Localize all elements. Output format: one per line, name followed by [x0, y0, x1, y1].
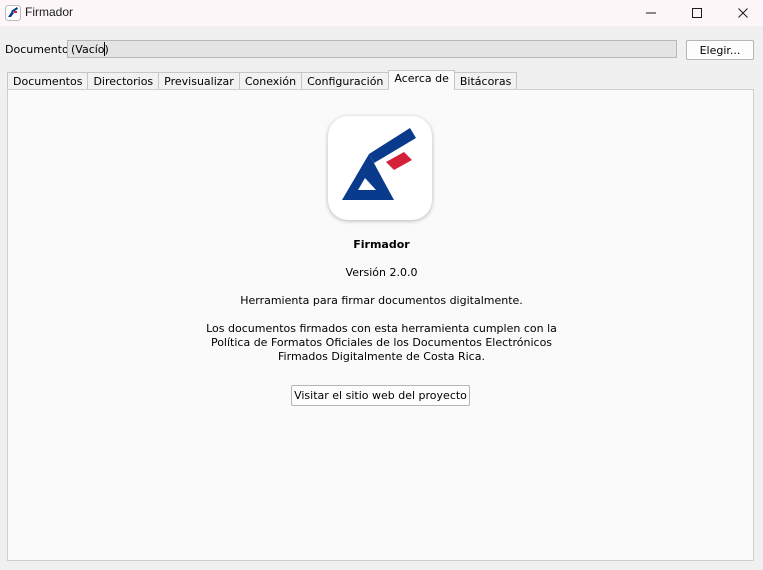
close-icon: [738, 8, 748, 18]
visit-website-button[interactable]: Visitar el sitio web del proyecto: [291, 385, 470, 406]
title-bar: Firmador: [0, 0, 763, 26]
about-description: Herramienta para firmar documentos digit…: [240, 294, 523, 307]
firmador-logo: [328, 116, 432, 220]
policy-line: Política de Formatos Oficiales de los Do…: [210, 336, 553, 349]
minimize-icon: [646, 12, 656, 14]
choose-button[interactable]: Elegir...: [686, 40, 754, 60]
document-field[interactable]: [67, 40, 677, 58]
policy-line: Firmados Digitalmente de Costa Rica.: [278, 350, 485, 363]
tab-bar: Documentos Directorios Previsualizar Con…: [7, 70, 518, 91]
maximize-icon: [692, 8, 702, 18]
tab-acerca-de[interactable]: Acerca de: [388, 70, 455, 90]
about-policy-text: Los documentos firmados con esta herrami…: [0, 322, 763, 364]
close-button[interactable]: [720, 0, 763, 26]
text-caret: [104, 42, 105, 56]
document-label: Documento:: [5, 43, 73, 56]
firmador-app-icon: [5, 5, 21, 21]
maximize-button[interactable]: [674, 0, 720, 26]
window-title: Firmador: [25, 5, 74, 19]
minimize-button[interactable]: [628, 0, 674, 26]
about-version: Versión 2.0.0: [345, 266, 418, 279]
firmador-logo-icon: [342, 128, 416, 200]
about-app-name: Firmador: [353, 238, 410, 251]
policy-line: Los documentos firmados con esta herrami…: [206, 322, 557, 335]
